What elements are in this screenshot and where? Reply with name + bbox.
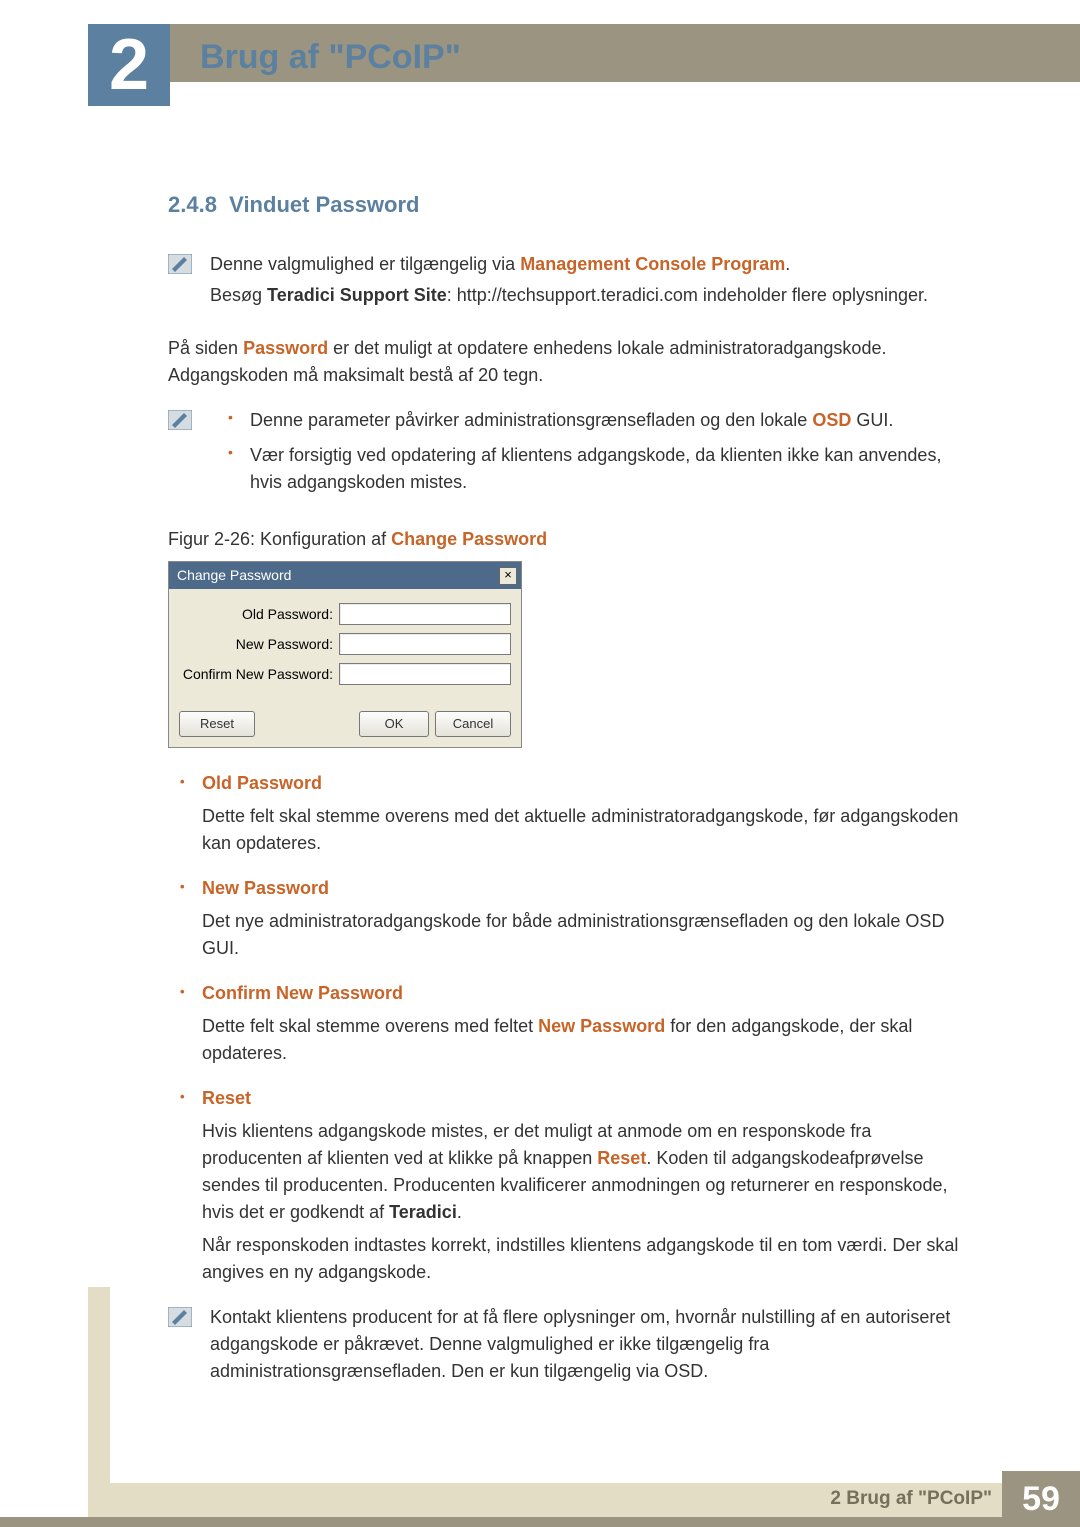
change-password-dialog: Change Password × Old Password: New Pass… (168, 561, 522, 748)
field-reset: Reset Hvis klientens adgangskode mistes,… (180, 1085, 972, 1286)
chapter-number-box: 2 (88, 24, 170, 106)
pencil-note-icon (168, 1307, 192, 1327)
text: : http://techsupport.teradici.com indeho… (447, 285, 928, 305)
chapter-title: Brug af "PCoIP" (200, 32, 461, 83)
note1-line2: Besøg Teradici Support Site: http://tech… (210, 282, 972, 309)
osd-keyword: OSD (812, 410, 851, 430)
note-block-3: Kontakt klientens producent for at få fl… (168, 1304, 972, 1389)
note2-bullet-2: Vær forsigtig ved opdatering af klienten… (228, 442, 972, 496)
field-title-old: Old Password (180, 770, 972, 797)
note-block-2: Denne parameter påvirker administrations… (168, 407, 972, 504)
dialog-body: Old Password: New Password: Confirm New … (169, 589, 521, 699)
text: Dette felt skal stemme overens med felte… (202, 1016, 538, 1036)
text: Denne valgmulighed er tilgængelig via (210, 254, 520, 274)
field-descriptions: Old Password Dette felt skal stemme over… (180, 770, 972, 1286)
new-password-row: New Password: (179, 633, 511, 655)
footer-chapter-text: 2 Brug af "PCoIP" (830, 1485, 992, 1514)
new-password-keyword: New Password (538, 1016, 665, 1036)
note3-text: Kontakt klientens producent for at få fl… (210, 1304, 972, 1385)
confirm-password-label: Confirm New Password: (179, 664, 339, 685)
field-old-password: Old Password Dette felt skal stemme over… (180, 770, 972, 857)
field-desc-confirm: Dette felt skal stemme overens med felte… (180, 1013, 972, 1067)
link-management-console: Management Console Program (520, 254, 785, 274)
pencil-note-icon (168, 254, 192, 274)
password-keyword: Password (243, 338, 328, 358)
intro-paragraph: På siden Password er det muligt at opdat… (168, 335, 972, 389)
field-desc-old: Dette felt skal stemme overens med det a… (180, 803, 972, 857)
teradici-support-site: Teradici Support Site (267, 285, 447, 305)
dialog-close-button[interactable]: × (499, 567, 517, 585)
section-title: Vinduet Password (229, 192, 419, 217)
field-new-password: New Password Det nye administratoradgang… (180, 875, 972, 962)
dialog-titlebar: Change Password × (169, 562, 521, 589)
dialog-title-text: Change Password (177, 565, 291, 586)
new-password-label: New Password: (179, 634, 339, 655)
field-desc-reset: Hvis klientens adgangskode mistes, er de… (180, 1118, 972, 1286)
ok-button[interactable]: OK (359, 711, 429, 737)
text: . (785, 254, 790, 274)
text: Figur 2-26: Konfiguration af (168, 529, 391, 549)
old-password-input[interactable] (339, 603, 511, 625)
pencil-note-icon (168, 410, 192, 430)
old-password-row: Old Password: (179, 603, 511, 625)
page-number: 59 (1002, 1471, 1080, 1527)
field-title-reset: Reset (180, 1085, 972, 1112)
note1-line1: Denne valgmulighed er tilgængelig via Ma… (210, 251, 972, 278)
teradici-keyword: Teradici (389, 1202, 457, 1222)
text: . (457, 1202, 462, 1222)
reset-button[interactable]: Reset (179, 711, 255, 737)
page-content: 2.4.8 Vinduet Password Denne valgmulighe… (168, 188, 972, 1411)
change-password-keyword: Change Password (391, 529, 547, 549)
note2-bullet-list: Denne parameter påvirker administrations… (228, 407, 972, 496)
new-password-input[interactable] (339, 633, 511, 655)
section-number: 2.4.8 (168, 192, 217, 217)
side-stripe (88, 1287, 110, 1527)
old-password-label: Old Password: (179, 604, 339, 625)
reset-keyword: Reset (597, 1148, 646, 1168)
field-desc-new: Det nye administratoradgangskode for båd… (180, 908, 972, 962)
footer-line (0, 1517, 1080, 1527)
text: Besøg (210, 285, 267, 305)
text: GUI. (851, 410, 893, 430)
note2-bullet-1: Denne parameter påvirker administrations… (228, 407, 972, 434)
field-title-confirm: Confirm New Password (180, 980, 972, 1007)
figure-caption: Figur 2-26: Konfiguration af Change Pass… (168, 526, 972, 553)
field-confirm-password: Confirm New Password Dette felt skal ste… (180, 980, 972, 1067)
reset-paragraph-2: Når responskoden indtastes korrekt, inds… (202, 1232, 972, 1286)
confirm-password-row: Confirm New Password: (179, 663, 511, 685)
field-title-new: New Password (180, 875, 972, 902)
text: På siden (168, 338, 243, 358)
text: Denne parameter påvirker administrations… (250, 410, 812, 430)
section-heading: 2.4.8 Vinduet Password (168, 188, 972, 221)
confirm-password-input[interactable] (339, 663, 511, 685)
dialog-button-row: Reset OK Cancel (169, 699, 521, 747)
note-block-1: Denne valgmulighed er tilgængelig via Ma… (168, 251, 972, 313)
cancel-button[interactable]: Cancel (435, 711, 511, 737)
